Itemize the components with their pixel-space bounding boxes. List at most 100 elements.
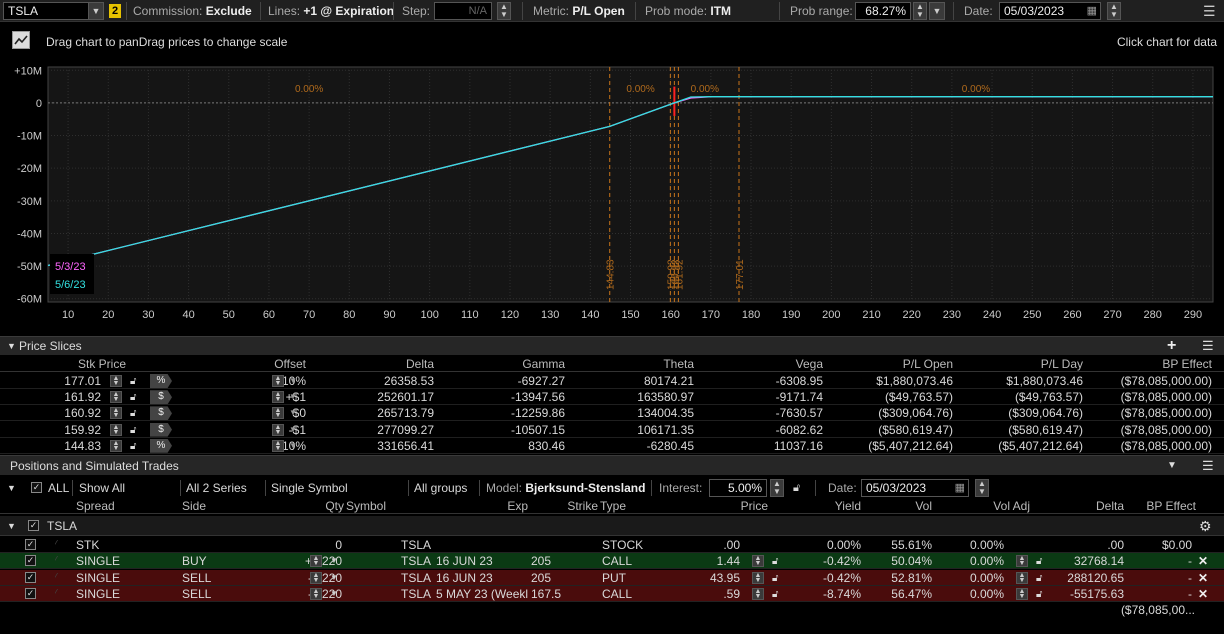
qty-dropdown-icon[interactable]: ▼ xyxy=(330,553,340,569)
column-header-spread[interactable]: Spread xyxy=(76,498,176,514)
column-header-symbol[interactable]: Symbol xyxy=(346,498,432,514)
position-side[interactable]: SELL xyxy=(182,586,246,602)
column-header-type[interactable]: Type xyxy=(600,498,670,514)
position-checkbox[interactable]: ✓ xyxy=(25,555,36,567)
remove-position-icon[interactable]: ✕ xyxy=(1198,586,1208,602)
step-spinner[interactable]: ▲ ▼ xyxy=(497,2,511,20)
positions-group-row[interactable]: ▼ ✓ TSLA ⚙ xyxy=(0,516,1224,536)
interest-lock-icon[interactable]: 🔓︎ xyxy=(793,479,800,497)
price-lock-icon[interactable]: 🔓︎ xyxy=(772,587,782,600)
slice-stk[interactable]: 177.01 xyxy=(0,373,101,389)
position-side[interactable]: SELL xyxy=(182,570,246,586)
interest-spinner[interactable]: ▲ ▼ xyxy=(770,479,784,497)
position-price[interactable]: 1.44 xyxy=(670,553,740,569)
slice-stk[interactable]: 161.92 xyxy=(0,389,101,405)
position-type[interactable]: CALL xyxy=(602,553,666,569)
position-checkbox[interactable]: ✓ xyxy=(25,539,36,550)
column-header-vol[interactable]: Vol xyxy=(861,498,932,514)
stk-price-lock-icon[interactable]: 🔓︎ xyxy=(130,439,140,452)
column-header-vega[interactable]: Vega xyxy=(694,356,823,372)
stk-price-spinner[interactable]: ▲ ▼ xyxy=(110,439,122,452)
toolbar-menu-icon[interactable]: ☰ xyxy=(1203,4,1216,18)
positions-collapse-icon[interactable]: ▼ xyxy=(1167,457,1177,475)
commission-selector[interactable]: Commission: Exclude xyxy=(133,0,252,22)
series-filter[interactable]: All 2 Series xyxy=(186,479,247,497)
metric-selector[interactable]: Metric: P/L Open xyxy=(533,0,625,22)
position-vol-adj[interactable]: 0.00% xyxy=(932,553,1004,569)
vol-adj-lock-icon[interactable]: 🔓︎ xyxy=(1036,571,1046,584)
position-symbol[interactable]: TSLA xyxy=(346,553,431,569)
position-spread[interactable]: STK xyxy=(76,537,176,553)
position-row[interactable]: ✓ ⁄ SINGLE SELL -3,220 TSLA 16 JUN 23 205 PUT 43.… xyxy=(0,569,1224,586)
position-exp[interactable]: 16 JUN 23 xyxy=(436,553,528,569)
vol-adj-lock-icon[interactable]: 🔓︎ xyxy=(1036,554,1046,567)
chart-settings-icon[interactable] xyxy=(12,31,30,49)
position-strike[interactable]: 205 xyxy=(531,553,597,569)
probrange-dropdown[interactable]: ▼ xyxy=(929,2,945,20)
column-header-vol-adj[interactable]: Vol Adj xyxy=(932,498,1030,514)
position-checkbox[interactable]: ✓ xyxy=(25,587,36,599)
position-vol-adj[interactable]: 0.00% xyxy=(932,537,1004,553)
stk-price-lock-icon[interactable]: 🔓︎ xyxy=(130,390,140,403)
vol-adj-spinner[interactable]: ▲ ▼ xyxy=(1016,571,1028,584)
position-symbol[interactable]: TSLA xyxy=(346,537,431,553)
position-row[interactable]: ✓ ⁄ STK 0 TSLA STOCK .00 0.00% 55.61% 0.00% .00 $0.… xyxy=(0,537,1224,553)
remove-position-icon[interactable]: ✕ xyxy=(1198,570,1208,586)
position-side[interactable]: BUY xyxy=(182,553,246,569)
column-header-bp-effect[interactable]: BP Effect xyxy=(1124,498,1196,514)
column-header-theta[interactable]: Theta xyxy=(565,356,694,372)
position-row[interactable]: ✓ ⁄ SINGLE SELL -3,220 TSLA 5 MAY 23 (Weekly) 1… xyxy=(0,585,1224,602)
calendar-icon[interactable]: ▦ xyxy=(1087,3,1097,19)
position-qty[interactable]: -3,220 xyxy=(252,586,342,602)
date-input[interactable]: 05/03/2023 ▦ xyxy=(999,2,1101,20)
groups-filter[interactable]: All groups xyxy=(414,479,467,497)
risk-profile-svg[interactable]: +10M 0 -10M -20M -30M -40M -50M -60M 10 20 30 40 50 6… xyxy=(0,62,1224,334)
probrange-spinner[interactable]: ▲ ▼ xyxy=(913,2,927,20)
position-side[interactable] xyxy=(182,537,246,553)
position-exp[interactable] xyxy=(436,537,528,553)
positions-calendar-icon[interactable]: ▦ xyxy=(955,480,965,496)
price-lock-icon[interactable]: 🔓︎ xyxy=(772,554,782,567)
offset-unit-toggle[interactable]: $ xyxy=(150,422,172,437)
price-slice-row[interactable]: 161.92 +$1 252601.17 -13947.56 163580.97 -917… xyxy=(0,389,1224,406)
position-checkbox[interactable]: ✓ xyxy=(25,571,36,583)
offset-unit-toggle[interactable]: % xyxy=(150,374,172,388)
offset-unit-toggle[interactable]: $ xyxy=(150,406,172,421)
vol-adj-lock-icon[interactable]: 🔓︎ xyxy=(1036,587,1046,600)
offset-spinner[interactable]: ▲ ▼ xyxy=(272,375,284,387)
position-price[interactable]: .00 xyxy=(670,537,740,553)
group-checkbox[interactable]: ✓ xyxy=(28,520,39,531)
column-header-yield[interactable]: Yield xyxy=(790,498,861,514)
step-input[interactable]: N/A xyxy=(434,2,492,20)
price-lock-icon[interactable]: 🔓︎ xyxy=(772,571,782,584)
column-header-gamma[interactable]: Gamma xyxy=(434,356,565,372)
position-price[interactable]: .59 xyxy=(670,586,740,602)
filter-collapse-icon[interactable]: ▼ xyxy=(7,479,16,497)
model-selector[interactable]: Model: Bjerksund-Stensland xyxy=(486,479,645,497)
qty-spinner[interactable]: ▲ ▼ xyxy=(310,587,322,600)
position-symbol[interactable]: TSLA xyxy=(346,586,431,602)
date-spinner[interactable]: ▲ ▼ xyxy=(1107,2,1121,20)
offset-unit-toggle[interactable]: % xyxy=(150,438,172,453)
position-type[interactable]: CALL xyxy=(602,586,666,602)
group-settings-icon[interactable]: ⚙ xyxy=(1199,516,1212,536)
price-slices-menu-icon[interactable]: ☰ xyxy=(1202,337,1214,355)
position-exp[interactable]: 5 MAY 23 (Weekly) xyxy=(436,586,528,602)
offset-unit-toggle[interactable]: $ xyxy=(150,390,172,405)
probrange-input[interactable]: 68.27% xyxy=(855,2,911,20)
positions-date-input[interactable]: 05/03/2023 ▦ xyxy=(861,479,969,497)
vol-adj-spinner[interactable]: ▲ ▼ xyxy=(1016,555,1028,568)
remove-position-icon[interactable]: ✕ xyxy=(1198,553,1208,569)
column-header-bp-effect[interactable]: BP Effect xyxy=(1083,356,1212,372)
group-collapse-icon[interactable]: ▼ xyxy=(7,516,16,536)
offset-dropdown-icon[interactable]: ▼ xyxy=(289,438,301,454)
stk-price-lock-icon[interactable]: 🔓︎ xyxy=(130,423,140,436)
position-row[interactable]: ✓ ⁄ SINGLE BUY +3,220 TSLA 16 JUN 23 205 CALL 1.4… xyxy=(0,553,1224,570)
column-header-price[interactable]: Price xyxy=(670,498,768,514)
position-spread[interactable]: SINGLE xyxy=(76,586,176,602)
stk-price-spinner[interactable]: ▲ ▼ xyxy=(110,375,122,387)
all-checkbox[interactable]: ✓ xyxy=(31,482,42,493)
price-slice-row[interactable]: 160.92 $0 265713.79 -12259.86 134004.35 -7630… xyxy=(0,405,1224,422)
price-spinner[interactable]: ▲ ▼ xyxy=(752,571,764,584)
stk-price-lock-icon[interactable]: 🔓︎ xyxy=(130,406,140,419)
